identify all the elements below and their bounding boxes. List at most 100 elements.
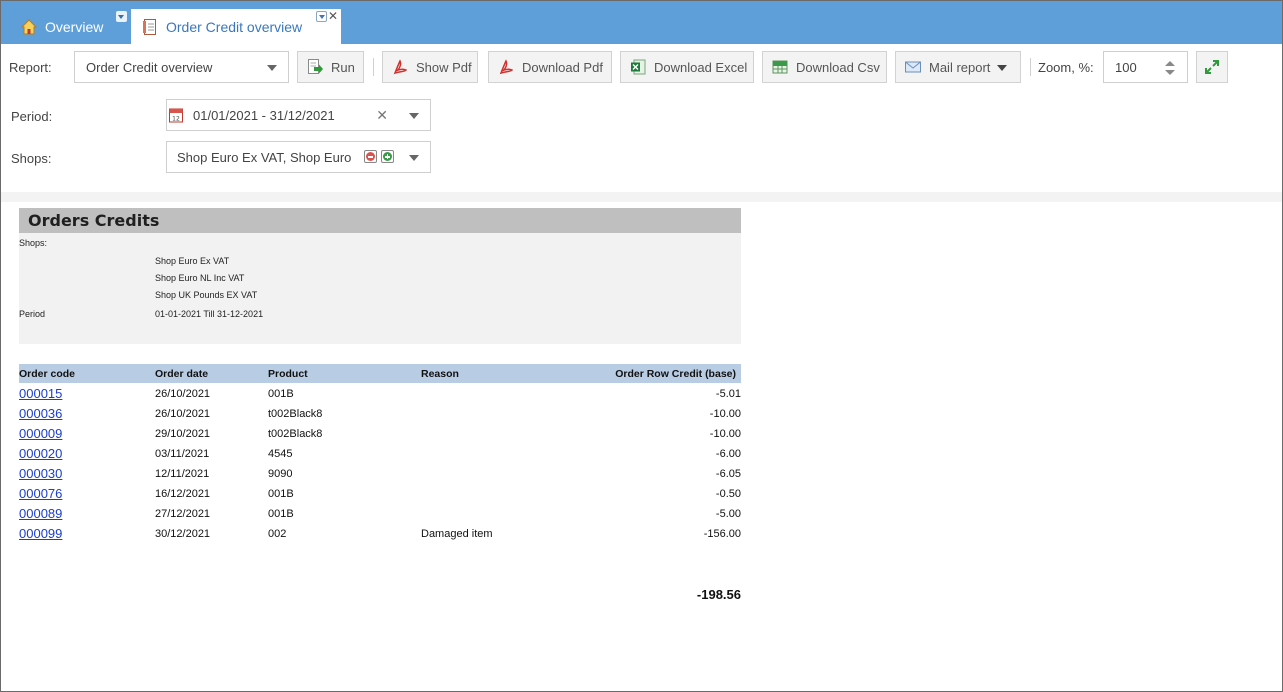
credit-value: -6.00	[715, 448, 741, 460]
chevron-down-icon	[997, 65, 1007, 71]
order-code-link[interactable]: 000036	[19, 406, 62, 421]
shops-select[interactable]: Shop Euro Ex VAT, Shop Euro	[166, 141, 431, 173]
credit-value: -5.00	[715, 508, 741, 520]
mail-report-button[interactable]: Mail report	[895, 51, 1021, 83]
column-header-order-code: Order code	[19, 368, 76, 380]
mail-icon	[905, 61, 921, 73]
csv-icon	[772, 60, 788, 74]
show-pdf-label: Show Pdf	[416, 59, 472, 75]
order-date: 26/10/2021	[155, 408, 211, 420]
order-date: 03/11/2021	[155, 448, 210, 460]
table-row: 000009 29/10/2021 t002Black8 -10.00	[19, 425, 741, 445]
tab-active-menu-icon[interactable]	[316, 11, 327, 22]
tab-overview-label: Overview	[45, 18, 104, 35]
report-select-value: Order Credit overview	[86, 59, 213, 75]
meta-shops-label: Shops:	[19, 238, 48, 248]
run-button[interactable]: Run	[297, 51, 364, 83]
clear-icon[interactable]: ✕	[376, 107, 388, 124]
select-all-icon[interactable]	[381, 150, 394, 163]
order-code-link[interactable]: 000089	[19, 506, 62, 521]
home-icon	[21, 18, 37, 34]
credit-value: -6.05	[715, 468, 741, 480]
toolbar-separator	[1030, 58, 1031, 76]
download-excel-label: Download Excel	[654, 59, 748, 75]
section-divider	[1, 192, 1282, 202]
order-date: 26/10/2021	[155, 388, 211, 400]
order-code-link[interactable]: 000009	[19, 426, 62, 441]
tab-overview-menu-icon[interactable]	[116, 11, 127, 22]
tab-order-credit-overview[interactable]: Order Credit overview ✕	[131, 9, 341, 44]
order-code-link[interactable]: 000020	[19, 446, 62, 461]
product: 001B	[268, 488, 294, 500]
meta-shop-item: Shop UK Pounds EX VAT	[155, 290, 258, 300]
download-csv-button[interactable]: Download Csv	[762, 51, 887, 83]
product: 4545	[268, 448, 293, 460]
calendar-icon: 12	[169, 108, 183, 123]
document-icon	[143, 18, 156, 35]
chevron-down-icon[interactable]	[409, 155, 419, 161]
expand-icon	[1205, 60, 1219, 74]
report-title-bar: Orders Credits	[19, 208, 741, 233]
download-excel-button[interactable]: Download Excel	[620, 51, 754, 83]
order-code-link[interactable]: 000015	[19, 386, 62, 401]
increment-icon[interactable]	[1165, 61, 1175, 66]
table-row: 000015 26/10/2021 001B -5.01	[19, 385, 741, 405]
zoom-stepper[interactable]: 100	[1103, 51, 1188, 83]
column-header-credit: Order Row Credit (base)	[615, 368, 736, 380]
order-code-link[interactable]: 000076	[19, 486, 62, 501]
table-row: 000076 16/12/2021 001B -0.50	[19, 485, 741, 505]
report-meta	[19, 233, 741, 344]
shops-value: Shop Euro Ex VAT, Shop Euro	[177, 149, 352, 165]
show-pdf-button[interactable]: Show Pdf	[382, 51, 478, 83]
product: 002	[268, 528, 287, 540]
column-header-product: Product	[268, 368, 308, 380]
tab-active-label: Order Credit overview	[166, 18, 303, 35]
report-title: Orders Credits	[28, 211, 160, 230]
tab-overview[interactable]: Overview	[13, 9, 129, 44]
product: t002Black8	[268, 408, 323, 420]
reason: Damaged item	[421, 528, 493, 540]
order-date: 12/11/2021	[155, 468, 210, 480]
report-label: Report:	[9, 60, 52, 75]
download-csv-label: Download Csv	[796, 59, 880, 75]
tab-bar: Overview Order Credit overview ✕	[1, 1, 1282, 44]
credit-value: -5.01	[715, 388, 741, 400]
download-pdf-label: Download Pdf	[522, 59, 603, 75]
run-label: Run	[331, 59, 355, 75]
order-date: 29/10/2021	[155, 428, 211, 440]
product: 9090	[268, 468, 293, 480]
order-code-link[interactable]: 000030	[19, 466, 62, 481]
product: 001B	[268, 508, 294, 520]
deselect-all-icon[interactable]	[364, 150, 377, 163]
fullscreen-button[interactable]	[1196, 51, 1228, 83]
credit-total: -198.56	[696, 587, 741, 602]
credit-value: -10.00	[709, 428, 741, 440]
credit-value: -10.00	[709, 408, 741, 420]
zoom-label: Zoom, %:	[1038, 60, 1094, 75]
close-icon[interactable]: ✕	[328, 9, 338, 23]
pdf-icon	[499, 59, 514, 75]
table-row: 000036 26/10/2021 t002Black8 -10.00	[19, 405, 741, 425]
period-picker[interactable]: 12 01/01/2021 - 31/12/2021 ✕	[166, 99, 431, 131]
order-date: 16/12/2021	[155, 488, 211, 500]
chevron-down-icon	[267, 65, 277, 71]
chevron-down-icon[interactable]	[409, 113, 419, 119]
report-select[interactable]: Order Credit overview	[74, 51, 289, 83]
column-header-order-date: Order date	[155, 368, 209, 380]
table-row: 000030 12/11/2021 9090 -6.05	[19, 465, 741, 485]
order-code-link[interactable]: 000099	[19, 526, 62, 541]
decrement-icon[interactable]	[1165, 70, 1175, 75]
mail-report-label: Mail report	[929, 59, 991, 75]
meta-shop-item: Shop Euro Ex VAT	[155, 256, 230, 266]
zoom-value: 100	[1115, 59, 1137, 75]
credit-value: -0.50	[715, 488, 741, 500]
credit-value: -156.00	[703, 528, 741, 540]
svg-text:12: 12	[172, 116, 180, 123]
meta-period-value: 01-01-2021 Till 31-12-2021	[155, 309, 264, 319]
pdf-icon	[393, 59, 408, 75]
order-date: 27/12/2021	[155, 508, 211, 520]
download-pdf-button[interactable]: Download Pdf	[488, 51, 612, 83]
run-icon	[308, 59, 323, 74]
period-label: Period:	[11, 109, 53, 124]
toolbar-separator	[373, 58, 374, 76]
